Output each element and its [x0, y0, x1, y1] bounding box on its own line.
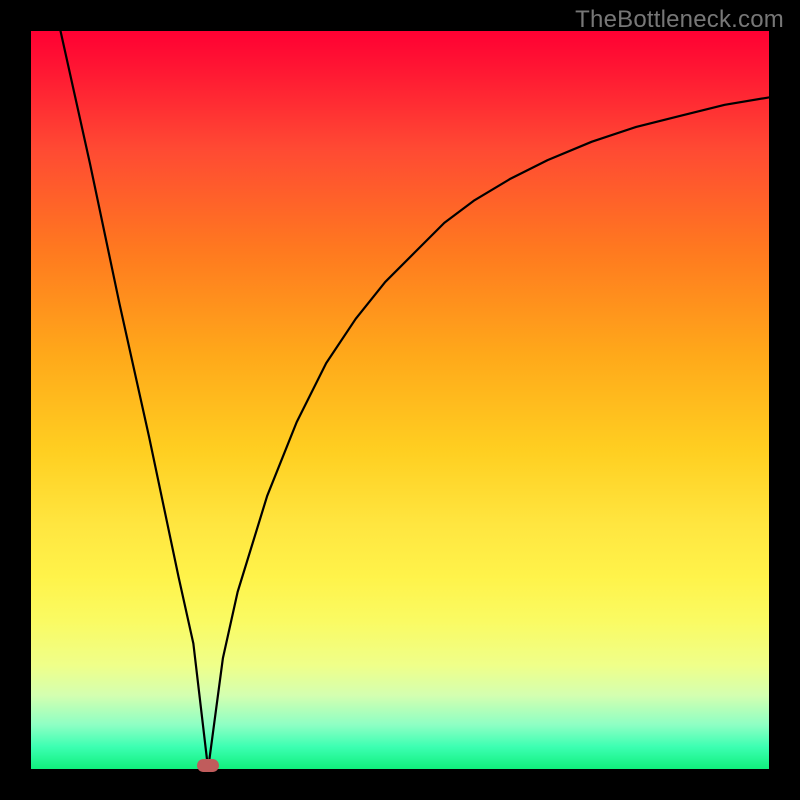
watermark-text: TheBottleneck.com — [575, 6, 784, 34]
minimum-marker — [197, 759, 219, 772]
plot-area — [31, 31, 769, 769]
bottleneck-curve — [31, 31, 769, 769]
